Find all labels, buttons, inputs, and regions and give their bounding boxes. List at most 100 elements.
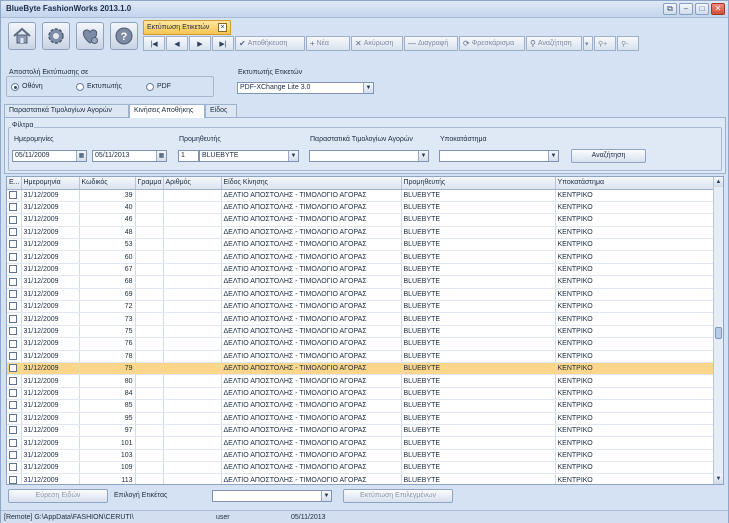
cell-branch[interactable]: ΚΕΝΤΡΙΚΟ bbox=[555, 263, 714, 277]
date-to-field[interactable]: 05/11/2013 ▦ bbox=[92, 150, 167, 162]
table-row[interactable]: 31/12/2009 39 ΔΕΛΤΙΟ ΑΠΟΣΤΟΛΗΣ - ΤΙΜΟΛΟΓΙΟ… bbox=[7, 189, 714, 202]
cell-branch[interactable]: ΚΕΝΤΡΙΚΟ bbox=[555, 250, 714, 264]
cell-check[interactable] bbox=[7, 424, 22, 438]
cell-supplier[interactable]: BLUEBYTE bbox=[401, 362, 556, 376]
cell-branch[interactable]: ΚΕΝΤΡΙΚΟ bbox=[555, 374, 714, 388]
cell-movement-type[interactable]: ΔΕΛΤΙΟ ΑΠΟΣΤΟΛΗΣ - ΤΙΜΟΛΟΓΙΟ ΑΓΟΡΑΣ bbox=[221, 213, 402, 227]
cell-number[interactable] bbox=[163, 300, 222, 314]
cell-check[interactable] bbox=[7, 201, 22, 215]
cell-letter[interactable] bbox=[135, 288, 164, 302]
cell-letter[interactable] bbox=[135, 300, 164, 314]
cell-code[interactable]: 113 bbox=[79, 473, 136, 484]
cell-movement-type[interactable]: ΔΕΛΤΙΟ ΑΠΟΣΤΟΛΗΣ - ΤΙΜΟΛΟΓΙΟ ΑΓΟΡΑΣ bbox=[221, 350, 402, 363]
cell-branch[interactable]: ΚΕΝΤΡΙΚΟ bbox=[555, 337, 714, 351]
cell-letter[interactable] bbox=[135, 250, 164, 264]
supplier-code-field[interactable]: 1 bbox=[178, 150, 199, 162]
cell-code[interactable]: 95 bbox=[79, 412, 136, 425]
purchase-docs-select[interactable]: ▼ bbox=[309, 150, 429, 162]
cell-check[interactable] bbox=[7, 436, 22, 450]
row-checkbox[interactable] bbox=[9, 252, 17, 261]
cell-branch[interactable]: ΚΕΝΤΡΙΚΟ bbox=[555, 226, 714, 240]
row-checkbox[interactable] bbox=[9, 451, 17, 460]
row-checkbox[interactable] bbox=[9, 389, 17, 398]
row-checkbox[interactable] bbox=[9, 265, 17, 274]
cell-supplier[interactable]: BLUEBYTE bbox=[401, 312, 556, 326]
cell-code[interactable]: 68 bbox=[79, 275, 136, 289]
previous-record-icon[interactable]: ◀ bbox=[166, 36, 188, 51]
cell-movement-type[interactable]: ΔΕΛΤΙΟ ΑΠΟΣΤΟΛΗΣ - ΤΙΜΟΛΟΓΙΟ ΑΓΟΡΑΣ bbox=[221, 275, 402, 289]
cell-branch[interactable]: ΚΕΝΤΡΙΚΟ bbox=[555, 473, 714, 484]
cell-letter[interactable] bbox=[135, 189, 164, 202]
cell-supplier[interactable]: BLUEBYTE bbox=[401, 374, 556, 388]
next-record-icon[interactable]: ▶ bbox=[189, 36, 211, 51]
cell-letter[interactable] bbox=[135, 449, 164, 463]
cell-movement-type[interactable]: ΔΕΛΤΙΟ ΑΠΟΣΤΟΛΗΣ - ΤΙΜΟΛΟΓΙΟ ΑΓΟΡΑΣ bbox=[221, 412, 402, 425]
table-row[interactable]: 31/12/2009 48 ΔΕΛΤΙΟ ΑΠΟΣΤΟΛΗΣ - ΤΙΜΟΛΟΓΙΟ… bbox=[7, 226, 714, 240]
cell-supplier[interactable]: BLUEBYTE bbox=[401, 461, 556, 475]
save-button[interactable]: ✔ Αποθήκευση bbox=[235, 36, 305, 51]
cell-date[interactable]: 31/12/2009 bbox=[21, 461, 80, 475]
cell-number[interactable] bbox=[163, 238, 222, 252]
document-tab[interactable]: Εκτύπωση Ετικετών × bbox=[143, 20, 231, 35]
cell-code[interactable]: 75 bbox=[79, 325, 136, 339]
cell-letter[interactable] bbox=[135, 201, 164, 215]
cell-date[interactable]: 31/12/2009 bbox=[21, 436, 80, 450]
cell-supplier[interactable]: BLUEBYTE bbox=[401, 201, 556, 215]
cell-check[interactable] bbox=[7, 325, 22, 339]
minimize-icon[interactable]: – bbox=[679, 3, 693, 15]
col-header-movement-type[interactable]: Είδος Κίνησης bbox=[221, 177, 402, 190]
cell-number[interactable] bbox=[163, 412, 222, 425]
cell-number[interactable] bbox=[163, 449, 222, 463]
table-row[interactable]: 31/12/2009 46 ΔΕΛΤΙΟ ΑΠΟΣΤΟΛΗΣ - ΤΙΜΟΛΟΓΙΟ… bbox=[7, 213, 714, 227]
cell-date[interactable]: 31/12/2009 bbox=[21, 288, 80, 302]
cell-movement-type[interactable]: ΔΕΛΤΙΟ ΑΠΟΣΤΟΛΗΣ - ΤΙΜΟΛΟΓΙΟ ΑΓΟΡΑΣ bbox=[221, 374, 402, 388]
table-row[interactable]: 31/12/2009 69 ΔΕΛΤΙΟ ΑΠΟΣΤΟΛΗΣ - ΤΙΜΟΛΟΓΙΟ… bbox=[7, 288, 714, 302]
row-checkbox[interactable] bbox=[9, 339, 17, 348]
cell-number[interactable] bbox=[163, 350, 222, 363]
row-checkbox[interactable] bbox=[9, 302, 17, 311]
cell-branch[interactable]: ΚΕΝΤΡΙΚΟ bbox=[555, 424, 714, 438]
cell-date[interactable]: 31/12/2009 bbox=[21, 449, 80, 463]
cell-date[interactable]: 31/12/2009 bbox=[21, 213, 80, 227]
row-checkbox[interactable] bbox=[9, 228, 17, 237]
table-row[interactable]: 31/12/2009 80 ΔΕΛΤΙΟ ΑΠΟΣΤΟΛΗΣ - ΤΙΜΟΛΟΓΙΟ… bbox=[7, 374, 714, 388]
cell-movement-type[interactable]: ΔΕΛΤΙΟ ΑΠΟΣΤΟΛΗΣ - ΤΙΜΟΛΟΓΙΟ ΑΓΟΡΑΣ bbox=[221, 337, 402, 351]
cell-branch[interactable]: ΚΕΝΤΡΙΚΟ bbox=[555, 275, 714, 289]
cell-number[interactable] bbox=[163, 374, 222, 388]
cell-number[interactable] bbox=[163, 424, 222, 438]
cell-check[interactable] bbox=[7, 189, 22, 202]
cell-check[interactable] bbox=[7, 387, 22, 401]
cell-code[interactable]: 80 bbox=[79, 374, 136, 388]
cell-code[interactable]: 85 bbox=[79, 399, 136, 413]
cell-date[interactable]: 31/12/2009 bbox=[21, 189, 80, 202]
row-checkbox[interactable] bbox=[9, 463, 17, 472]
cell-movement-type[interactable]: ΔΕΛΤΙΟ ΑΠΟΣΤΟΛΗΣ - ΤΙΜΟΛΟΓΙΟ ΑΓΟΡΑΣ bbox=[221, 250, 402, 264]
table-row[interactable]: 31/12/2009 72 ΔΕΛΤΙΟ ΑΠΟΣΤΟΛΗΣ - ΤΙΜΟΛΟΓΙΟ… bbox=[7, 300, 714, 314]
cell-code[interactable]: 97 bbox=[79, 424, 136, 438]
cell-supplier[interactable]: BLUEBYTE bbox=[401, 436, 556, 450]
cell-code[interactable]: 73 bbox=[79, 312, 136, 326]
cell-movement-type[interactable]: ΔΕΛΤΙΟ ΑΠΟΣΤΟΛΗΣ - ΤΙΜΟΛΟΓΙΟ ΑΓΟΡΑΣ bbox=[221, 387, 402, 401]
cell-number[interactable] bbox=[163, 387, 222, 401]
cell-number[interactable] bbox=[163, 250, 222, 264]
favorites-button[interactable] bbox=[76, 22, 104, 50]
cell-movement-type[interactable]: ΔΕΛΤΙΟ ΑΠΟΣΤΟΛΗΣ - ΤΙΜΟΛΟΓΙΟ ΑΓΟΡΑΣ bbox=[221, 449, 402, 463]
cell-letter[interactable] bbox=[135, 312, 164, 326]
scroll-thumb[interactable] bbox=[715, 327, 722, 339]
calendar-icon[interactable]: ▦ bbox=[156, 151, 166, 161]
cell-branch[interactable]: ΚΕΝΤΡΙΚΟ bbox=[555, 436, 714, 450]
find-items-button[interactable]: Εύρεση Ειδών bbox=[8, 489, 108, 503]
cell-code[interactable]: 67 bbox=[79, 263, 136, 277]
cell-branch[interactable]: ΚΕΝΤΡΙΚΟ bbox=[555, 387, 714, 401]
row-checkbox[interactable] bbox=[9, 351, 17, 360]
label-selection-select[interactable]: ▼ bbox=[212, 490, 332, 502]
cell-date[interactable]: 31/12/2009 bbox=[21, 362, 80, 376]
cell-supplier[interactable]: BLUEBYTE bbox=[401, 412, 556, 425]
radio-printer[interactable] bbox=[76, 83, 84, 91]
cell-number[interactable] bbox=[163, 473, 222, 484]
cell-supplier[interactable]: BLUEBYTE bbox=[401, 263, 556, 277]
cell-check[interactable] bbox=[7, 288, 22, 302]
cell-movement-type[interactable]: ΔΕΛΤΙΟ ΑΠΟΣΤΟΛΗΣ - ΤΙΜΟΛΟΓΙΟ ΑΓΟΡΑΣ bbox=[221, 300, 402, 314]
home-button[interactable] bbox=[8, 22, 36, 50]
cell-movement-type[interactable]: ΔΕΛΤΙΟ ΑΠΟΣΤΟΛΗΣ - ΤΙΜΟΛΟΓΙΟ ΑΓΟΡΑΣ bbox=[221, 473, 402, 484]
